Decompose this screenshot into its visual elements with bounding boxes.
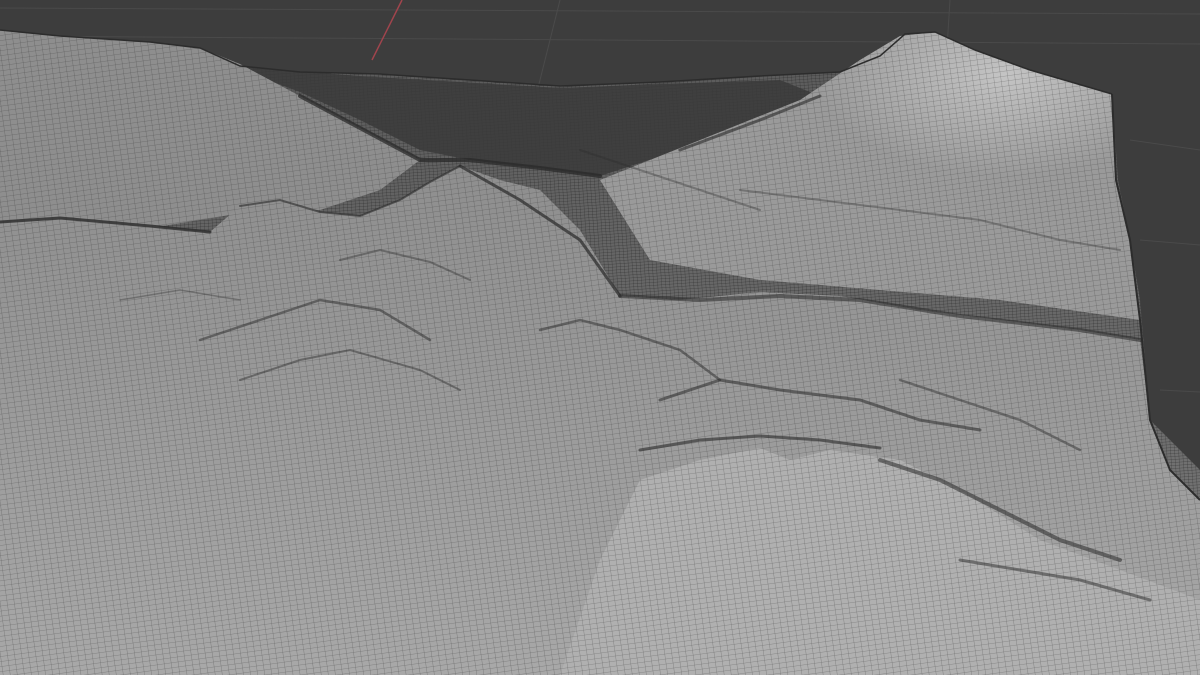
scene-canvas[interactable] xyxy=(0,0,1200,675)
x-axis-line xyxy=(371,0,403,61)
terrain-mesh[interactable] xyxy=(0,29,1200,675)
viewport-3d[interactable] xyxy=(0,0,1200,675)
